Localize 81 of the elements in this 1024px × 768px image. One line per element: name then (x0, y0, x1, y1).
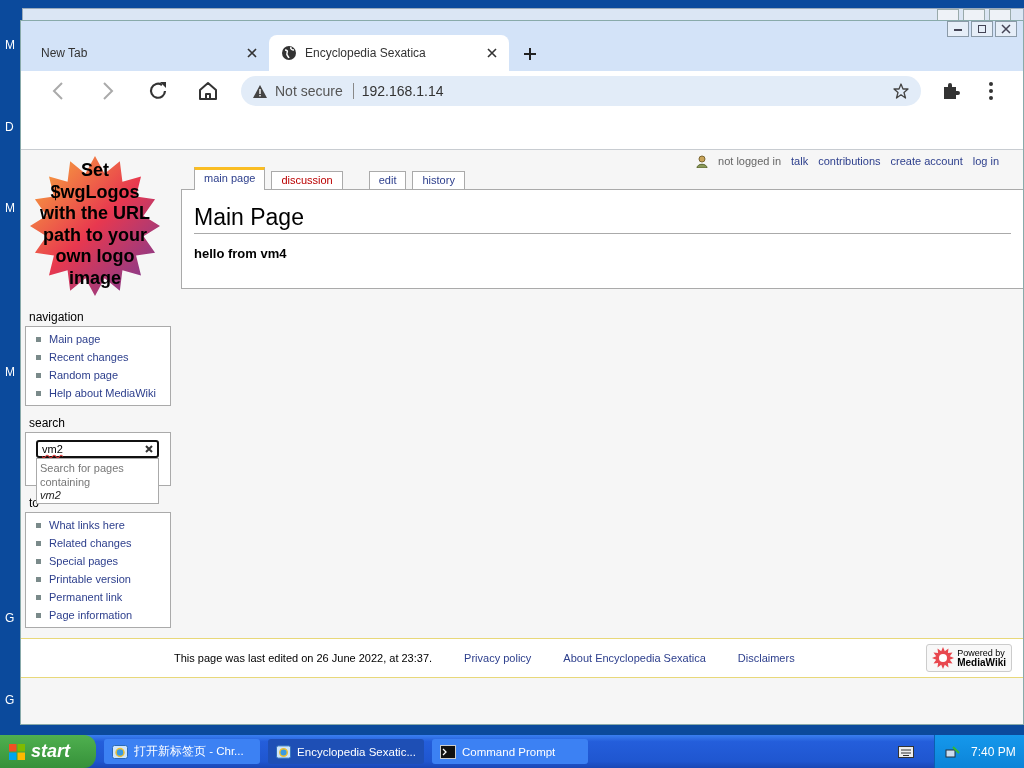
bullet-icon (36, 576, 41, 582)
url-text: 192.168.1.14 (361, 83, 445, 99)
flower-icon (932, 647, 955, 669)
close-icon[interactable] (487, 48, 497, 58)
powered-by-badge[interactable]: Powered by MediaWiki (926, 644, 1012, 672)
maximize-button[interactable] (971, 21, 993, 37)
footer-link[interactable]: About Encyclopedia Sexatica (563, 652, 706, 664)
badge-text: Powered by (957, 648, 1006, 658)
page-tab[interactable]: main page (194, 167, 266, 190)
bullet-icon (36, 558, 41, 564)
taskbar-button[interactable]: Command Prompt (432, 739, 588, 764)
page-tab[interactable]: edit (368, 171, 407, 189)
network-icon[interactable] (945, 743, 961, 760)
sidebar-link[interactable]: Page information (49, 609, 133, 621)
user-icon (696, 154, 709, 168)
sidebar-link[interactable]: Special pages (49, 555, 119, 567)
minimize-button[interactable] (947, 21, 969, 37)
warning-icon (253, 84, 267, 98)
address-bar[interactable]: Not secure 192.168.1.14 (241, 76, 921, 106)
bullet-icon (36, 354, 41, 360)
bullet-icon (36, 540, 41, 546)
sidebar-link[interactable]: Printable version (49, 573, 131, 585)
sidebar-link[interactable]: Help about MediaWiki (49, 387, 156, 399)
windows-flag-icon (8, 742, 26, 761)
desktop-icon-label[interactable]: M (5, 38, 15, 52)
sidebar-link[interactable]: What links here (49, 519, 125, 531)
close-icon[interactable] (247, 48, 257, 58)
keyboard-icon[interactable] (898, 745, 914, 758)
personal-link[interactable]: contributions (818, 155, 881, 167)
bullet-icon (36, 522, 41, 528)
desktop-icon-label[interactable]: M (5, 365, 15, 379)
close-icon (1001, 24, 1011, 34)
personal-link[interactable]: talk (791, 155, 809, 167)
home-icon[interactable] (197, 80, 219, 102)
portlet-heading: navigation (29, 310, 85, 324)
page-tab[interactable]: history (412, 171, 465, 189)
footer-link[interactable]: Disclaimers (737, 652, 795, 664)
bookmark-star-icon[interactable] (893, 83, 909, 99)
footer-link[interactable]: Privacy policy (464, 652, 532, 664)
console-icon (440, 744, 456, 759)
personal-link[interactable]: log in (972, 155, 999, 167)
bullet-icon (36, 372, 41, 378)
puzzle-icon[interactable] (942, 82, 960, 100)
browser-icon (276, 743, 292, 760)
bullet-icon (36, 612, 41, 618)
browser-tab[interactable]: Encyclopedia Sexatica (269, 35, 509, 71)
desktop-icon-label[interactable]: G (5, 693, 15, 707)
close-button[interactable] (995, 21, 1017, 37)
taskbar-button[interactable]: 打开新标签页 - Chr... (104, 739, 260, 764)
sidebar-link[interactable]: Random page (49, 369, 119, 381)
new-tab-icon[interactable] (523, 47, 537, 61)
last-edited-text: This page was last edited on 26 June 2022, at 23:37. (174, 652, 433, 664)
taskbar-button[interactable]: Encyclopedia Sexatic... (268, 739, 424, 764)
minimize-icon (953, 26, 963, 32)
desktop-icon-label[interactable]: M (5, 201, 15, 215)
page-text: hello from vm4 (194, 246, 288, 261)
desktop-icon-label[interactable]: G (5, 611, 15, 625)
menu-icon[interactable] (989, 82, 993, 100)
bullet-icon (36, 594, 41, 600)
reload-icon[interactable] (147, 80, 169, 102)
sidebar-link[interactable]: Related changes (49, 537, 132, 549)
login-status: not logged in (718, 155, 782, 167)
search-suggestion[interactable]: Search for pages containing vm2 (36, 458, 159, 504)
sidebar-link[interactable]: Main page (49, 333, 101, 345)
bullet-icon (36, 336, 41, 342)
portlet-heading: search (29, 416, 67, 430)
page-title: Main Page (194, 204, 1011, 234)
maximize-icon (977, 24, 987, 34)
desktop-icon-label[interactable]: D (5, 120, 14, 134)
clear-icon[interactable] (145, 445, 153, 453)
page-tab[interactable]: discussion (271, 171, 343, 189)
bullet-icon (36, 390, 41, 396)
sidebar-link[interactable]: Permanent link (49, 591, 123, 603)
browser-tab[interactable]: New Tab (29, 35, 269, 71)
globe-icon (281, 45, 297, 61)
sidebar-link[interactable]: Recent changes (49, 351, 129, 363)
security-label[interactable]: Not secure (275, 83, 354, 99)
badge-text: MediaWiki (957, 658, 1006, 668)
browser-icon (112, 743, 128, 760)
personal-link[interactable]: create account (890, 155, 963, 167)
search-field[interactable]: vm2 (36, 440, 159, 458)
